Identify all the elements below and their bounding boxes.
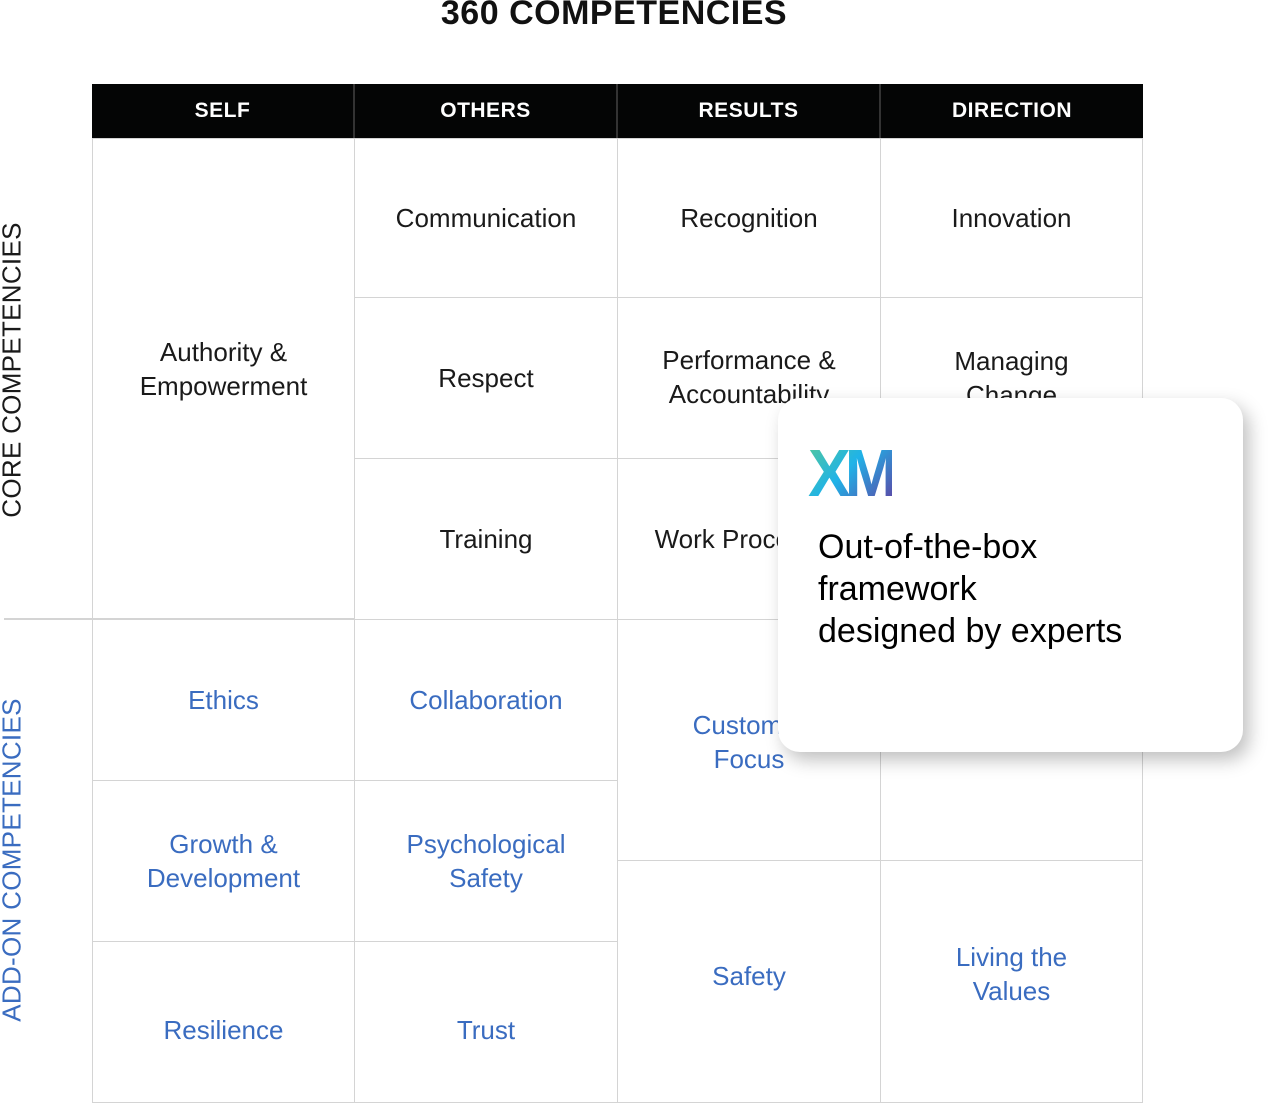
column-header-results: RESULTS xyxy=(618,84,881,138)
competency-cell: Training xyxy=(354,458,618,620)
column-header-direction: DIRECTION xyxy=(881,84,1143,138)
column-header-self: SELF xyxy=(92,84,355,138)
xm-logo: XM xyxy=(808,435,898,511)
competency-cell: Trust xyxy=(354,941,618,1103)
callout-text: Out-of-the-box framework designed by exp… xyxy=(818,528,1123,650)
page-title: 360 COMPETENCIES xyxy=(440,0,788,32)
competency-cell: Authority & Empowerment xyxy=(92,138,355,619)
competency-cell: Recognition xyxy=(617,138,881,298)
callout-card: XM Out-of-the-box framework designed by … xyxy=(778,398,1243,752)
competency-cell: Collaboration xyxy=(354,619,618,781)
competency-cell: Innovation xyxy=(880,138,1143,298)
competency-cell: Growth & Development xyxy=(92,780,355,942)
competency-cell: Resilience xyxy=(92,941,355,1103)
row-group-label-core: CORE COMPETENCIES xyxy=(0,222,27,518)
competency-cell: Living the Values xyxy=(880,860,1143,1103)
competency-cell: Ethics xyxy=(92,619,355,781)
row-group-label-addon: ADD-ON COMPETENCIES xyxy=(0,698,27,1022)
competency-cell: Respect xyxy=(354,297,618,459)
competency-cell: Communication xyxy=(354,138,618,298)
row-group-divider xyxy=(4,618,92,620)
column-header-others: OTHERS xyxy=(355,84,618,138)
competency-cell: Psychological Safety xyxy=(354,780,618,942)
competency-cell: Safety xyxy=(617,860,881,1103)
